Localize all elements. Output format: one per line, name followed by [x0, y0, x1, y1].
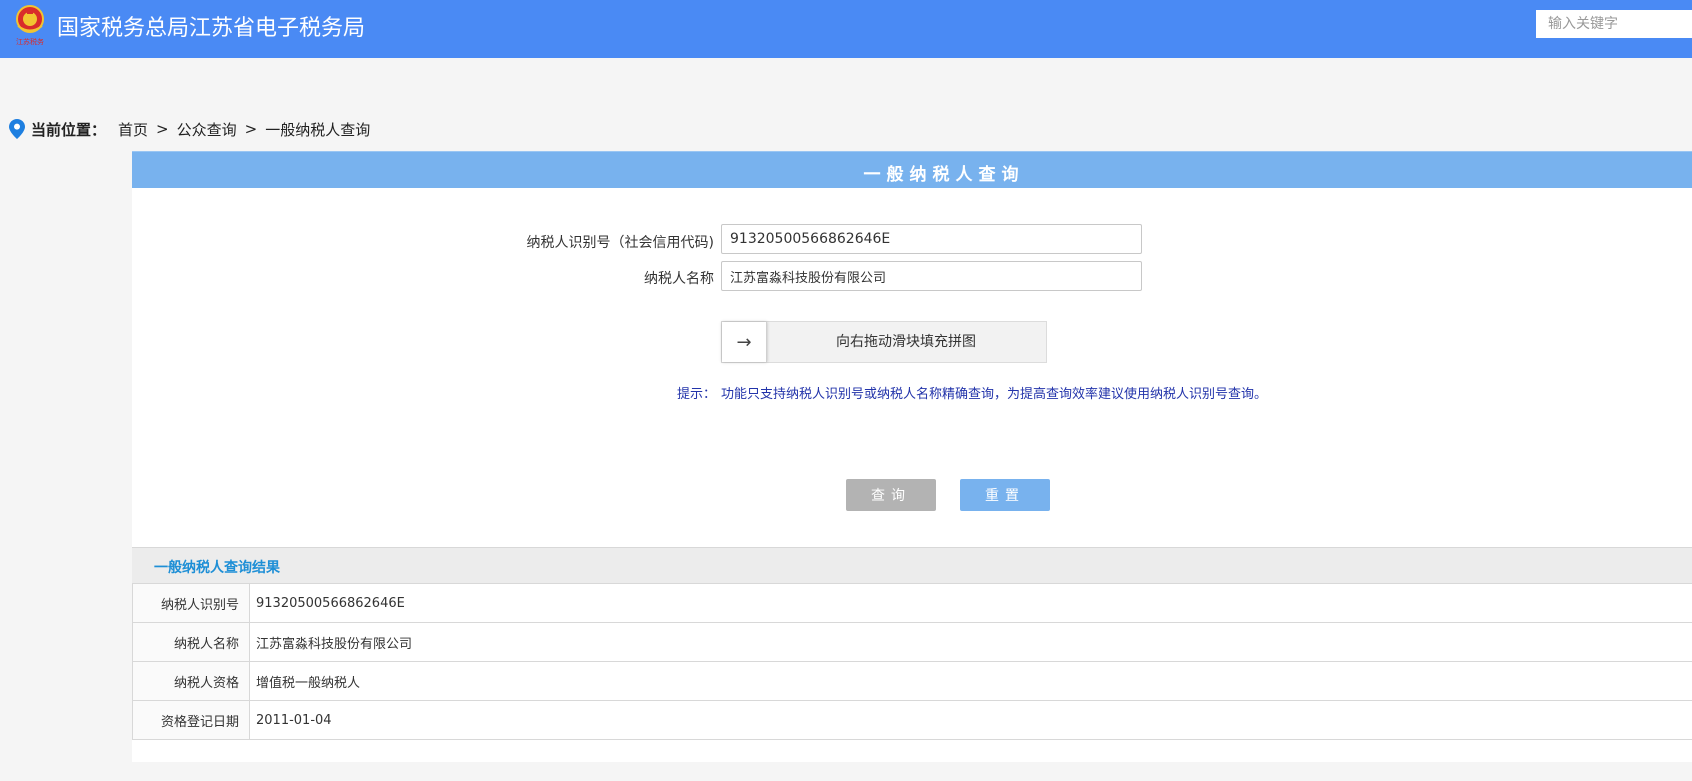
breadcrumb-home-link[interactable]: 首页 — [118, 119, 148, 140]
query-button[interactable]: 查询 — [846, 479, 936, 511]
tip-text: 功能只支持纳税人识别号或纳税人名称精确查询，为提高查询效率建议使用纳税人识别号查… — [721, 387, 1268, 402]
breadcrumb-separator: > — [244, 120, 258, 138]
panel-title-bar: 一般纳税人查询 — [132, 151, 1692, 188]
tip-label: 提示： — [677, 387, 717, 402]
breadcrumb-separator: > — [156, 120, 169, 138]
site-title[interactable]: 国家税务总局江苏省电子税务局 — [57, 10, 365, 42]
query-panel: 一般纳税人查询 纳税人识别号（社会信用代码) 纳税人名称 → 向右拖动滑块填充拼… — [132, 151, 1692, 762]
top-header: 江苏税务 国家税务总局江苏省电子税务局 — [0, 0, 1692, 58]
table-row: 资格登记日期 2011-01-04 — [132, 700, 1692, 740]
table-row: 纳税人名称 江苏富淼科技股份有限公司 — [132, 622, 1692, 662]
result-value-registration-date: 2011-01-04 — [249, 700, 1692, 740]
taxpayer-name-label: 纳税人名称 — [644, 271, 714, 287]
reset-button[interactable]: 重置 — [960, 479, 1050, 511]
slider-handle[interactable]: → — [722, 322, 767, 362]
result-label-tax-id: 纳税人识别号 — [132, 584, 250, 623]
tax-id-input[interactable] — [721, 224, 1142, 254]
table-row: 纳税人识别号 91320500566862646E — [132, 584, 1692, 623]
breadcrumb: 当前位置： 首页 > 公众查询 > 一般纳税人查询 — [9, 118, 370, 140]
breadcrumb-label: 当前位置： — [31, 120, 107, 139]
arrow-right-icon: → — [736, 331, 752, 353]
result-label-name: 纳税人名称 — [132, 622, 250, 662]
result-label-qualification: 纳税人资格 — [132, 661, 250, 701]
breadcrumb-public-query-link[interactable]: 公众查询 — [177, 119, 237, 140]
slider-instruction: 向右拖动滑块填充拼图 — [836, 334, 976, 350]
result-label-registration-date: 资格登记日期 — [132, 700, 250, 740]
tax-id-label: 纳税人识别号（社会信用代码) — [526, 235, 714, 251]
breadcrumb-current-page[interactable]: 一般纳税人查询 — [265, 119, 370, 140]
result-table: 纳税人识别号 91320500566862646E 纳税人名称 江苏富淼科技股份… — [132, 584, 1692, 740]
logo-text: 江苏税务 — [16, 37, 44, 46]
result-header: 一般纳税人查询结果 — [132, 547, 1692, 584]
result-title: 一般纳税人查询结果 — [154, 560, 280, 576]
panel-title: 一般纳税人查询 — [863, 165, 1025, 185]
result-value-name: 江苏富淼科技股份有限公司 — [249, 622, 1692, 662]
keyword-search-input[interactable] — [1536, 10, 1692, 38]
result-value-tax-id: 91320500566862646E — [249, 584, 1692, 623]
map-pin-icon — [9, 119, 25, 139]
table-row: 纳税人资格 增值税一般纳税人 — [132, 661, 1692, 701]
taxpayer-name-input[interactable] — [721, 261, 1142, 291]
tax-emblem-icon[interactable]: 江苏税务 — [12, 4, 48, 46]
slider-captcha[interactable]: → 向右拖动滑块填充拼图 — [721, 321, 1047, 363]
result-value-qualification: 增值税一般纳税人 — [249, 661, 1692, 701]
